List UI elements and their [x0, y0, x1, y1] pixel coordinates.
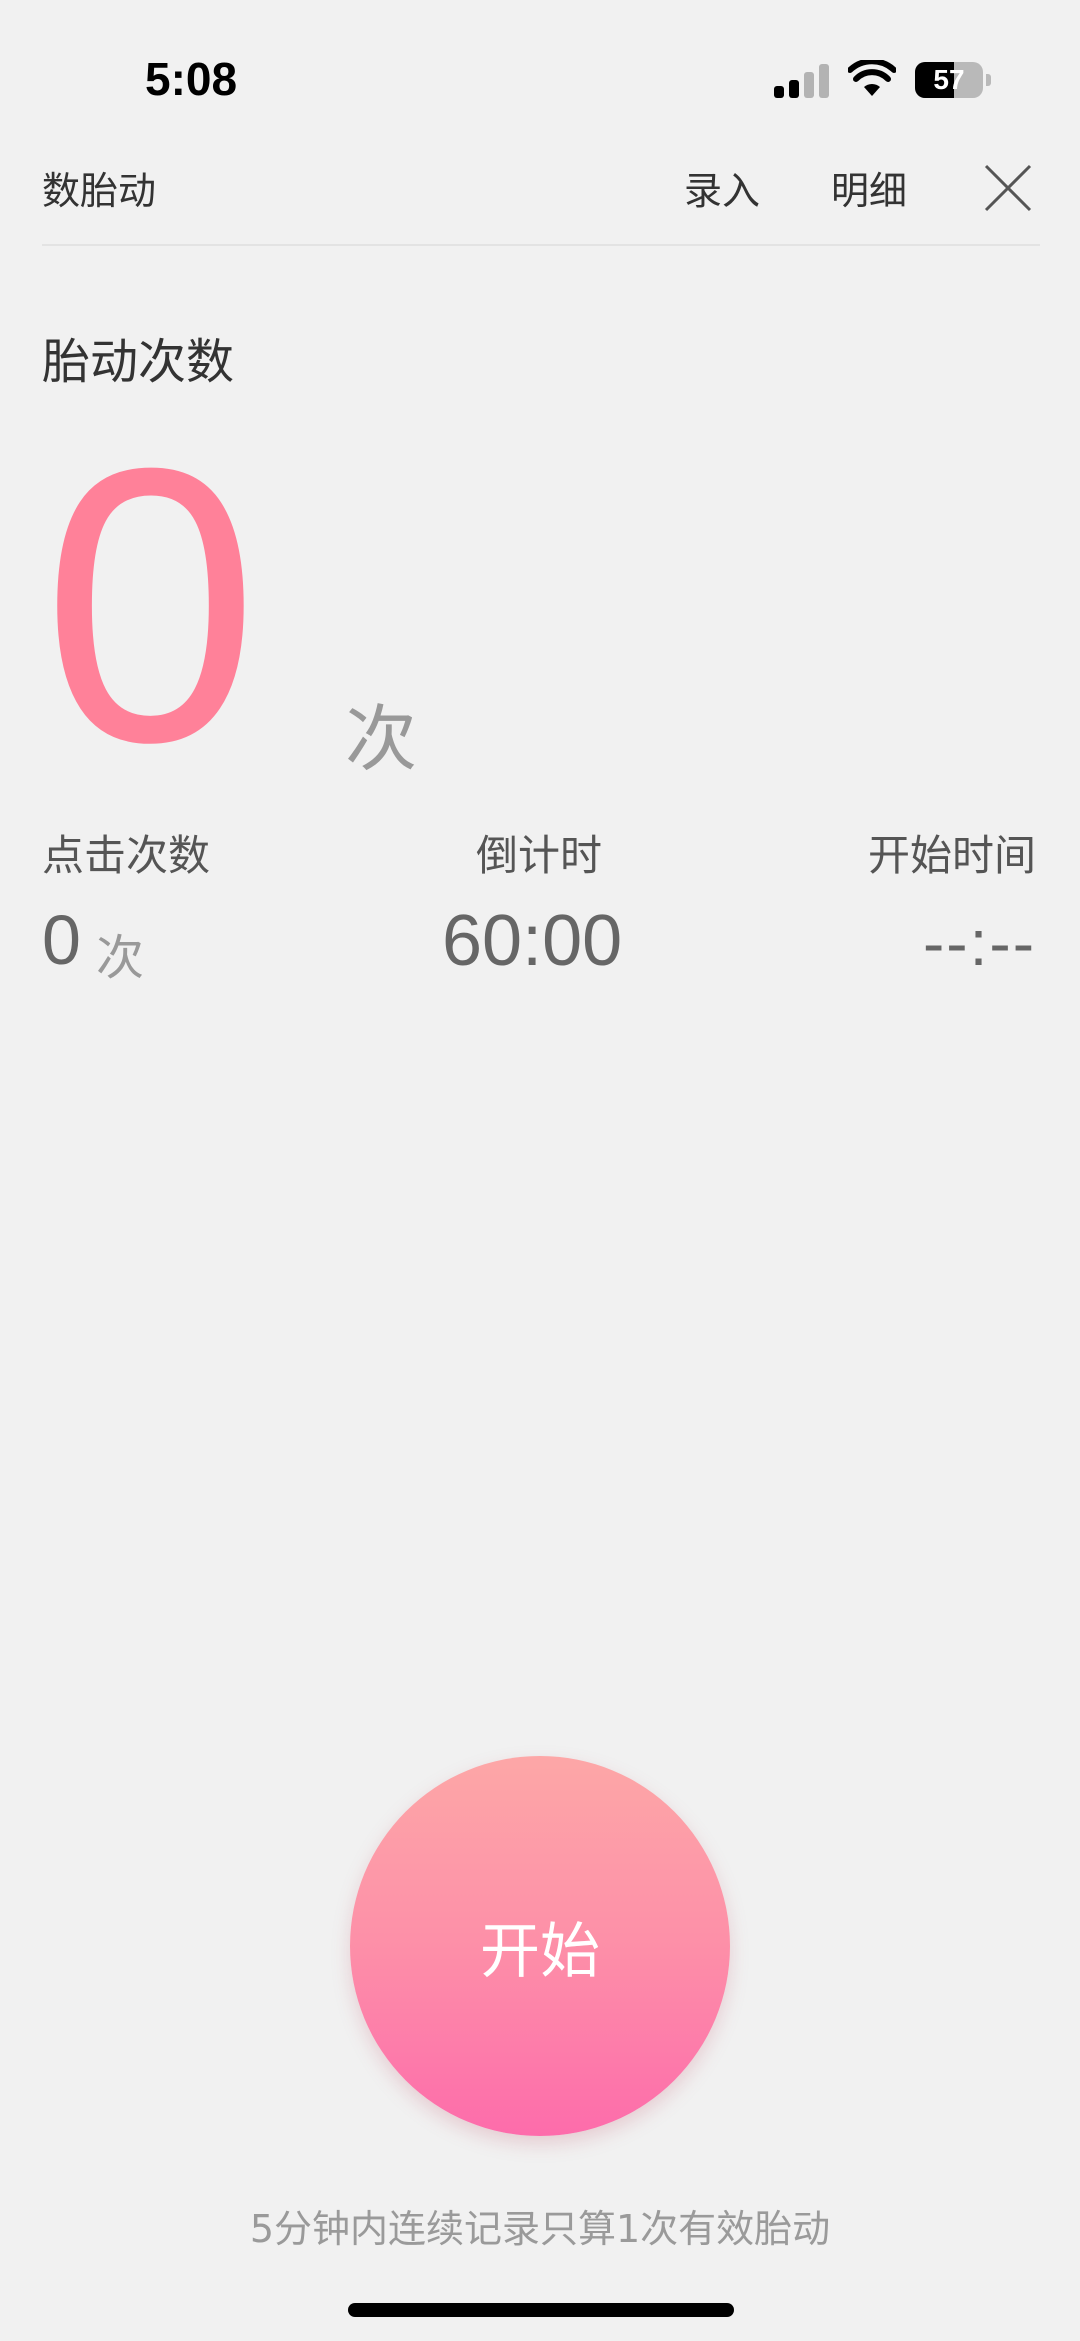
hint-text: 5分钟内连续记录只算1次有效胎动: [249, 2207, 831, 2251]
wifi-icon: [848, 60, 896, 96]
movement-count-unit: 次: [345, 697, 418, 781]
close-icon[interactable]: [982, 162, 1034, 214]
start-button[interactable]: 开始: [350, 1756, 730, 2136]
clicks-value: 0: [42, 901, 81, 979]
start-time-label: 开始时间: [867, 831, 1036, 880]
status-time: 5:08: [145, 53, 238, 105]
start-button-label: 开始: [480, 1916, 600, 1987]
countdown-value: 60:00: [442, 901, 623, 981]
battery-icon: 57: [915, 62, 991, 98]
countdown-label: 倒计时: [476, 831, 603, 880]
home-indicator[interactable]: [348, 2303, 734, 2317]
page-title: 数胎动: [42, 169, 157, 213]
entry-button[interactable]: 录入: [684, 160, 760, 215]
movement-count-value: 0: [42, 387, 259, 823]
battery-percent: 57: [933, 64, 965, 95]
cellular-signal-icon: [774, 62, 830, 98]
start-time-value: --:--: [922, 907, 1036, 979]
page: 5:08 57 数胎动 录入 明细 胎动次数 0 次 点击次数 倒计时 开始时间…: [0, 0, 1080, 2341]
movement-count-label: 胎动次数: [42, 334, 235, 390]
nav-header: 数胎动 录入 明细: [42, 150, 1040, 246]
detail-button[interactable]: 明细: [831, 160, 907, 215]
status-bar: 5:08 57: [0, 0, 1080, 150]
clicks-label: 点击次数: [42, 831, 211, 880]
clicks-unit: 次: [96, 930, 145, 986]
